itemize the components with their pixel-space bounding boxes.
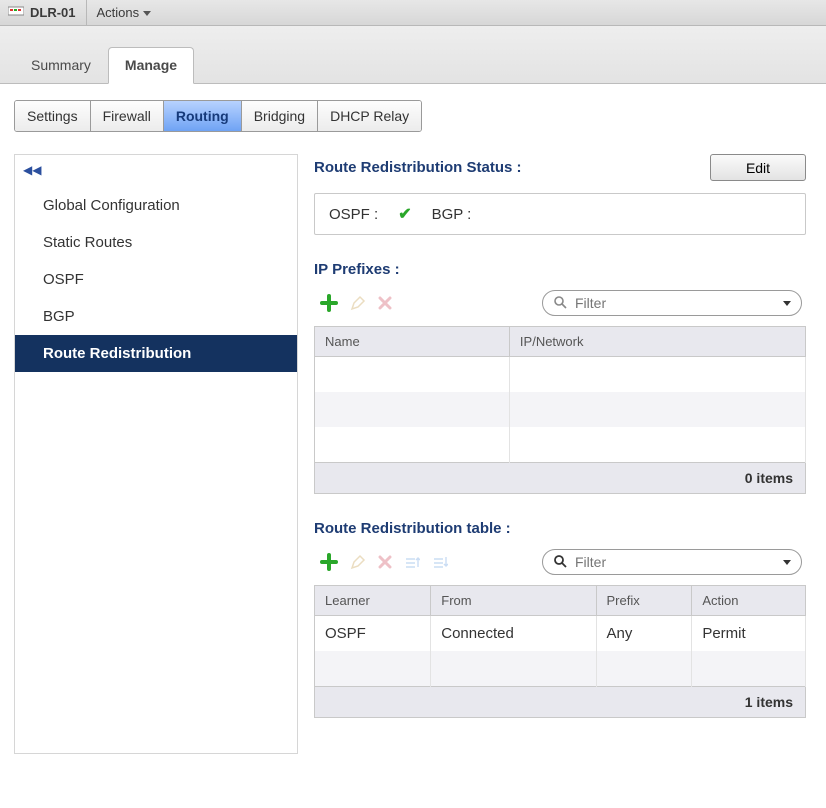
ip-prefixes-title: IP Prefixes : bbox=[314, 261, 806, 278]
subtab-bridging[interactable]: Bridging bbox=[242, 101, 318, 131]
router-icon bbox=[8, 5, 24, 20]
ip-prefixes-footer: 0 items bbox=[314, 463, 806, 494]
redistribution-table: Learner From Prefix Action OSPF Connecte… bbox=[314, 585, 806, 687]
status-title: Route Redistribution Status : bbox=[314, 159, 522, 176]
delete-rule-icon[interactable] bbox=[378, 555, 392, 569]
delete-prefix-icon[interactable] bbox=[378, 296, 392, 310]
edit-button[interactable]: Edit bbox=[710, 154, 806, 181]
chevron-down-icon[interactable] bbox=[783, 301, 791, 306]
move-up-icon[interactable] bbox=[404, 555, 420, 569]
cell-prefix: Any bbox=[596, 616, 692, 652]
col-ip-network[interactable]: IP/Network bbox=[509, 327, 805, 357]
ospf-enabled-check-icon: ✔ bbox=[398, 204, 411, 224]
col-name[interactable]: Name bbox=[315, 327, 510, 357]
protocol-status-box: OSPF : ✔ BGP : bbox=[314, 193, 806, 235]
subtab-firewall[interactable]: Firewall bbox=[91, 101, 164, 131]
redistribution-toolbar bbox=[314, 549, 806, 575]
divider bbox=[86, 0, 87, 26]
redistribution-filter[interactable] bbox=[542, 549, 802, 575]
bgp-label: BGP : bbox=[432, 206, 472, 223]
chevron-down-icon[interactable] bbox=[783, 560, 791, 565]
col-from[interactable]: From bbox=[431, 586, 596, 616]
edit-prefix-icon[interactable] bbox=[350, 295, 366, 311]
ospf-label: OSPF : bbox=[329, 206, 378, 223]
subtab-dhcp-relay[interactable]: DHCP Relay bbox=[318, 101, 421, 131]
main-panel: Route Redistribution Status : Edit OSPF … bbox=[314, 154, 812, 754]
add-prefix-icon[interactable] bbox=[320, 294, 338, 312]
move-down-icon[interactable] bbox=[432, 555, 448, 569]
subtab-routing[interactable]: Routing bbox=[164, 101, 242, 131]
chevron-down-icon bbox=[143, 11, 151, 16]
ip-prefixes-toolbar bbox=[314, 290, 806, 316]
redistribution-footer: 1 items bbox=[314, 687, 806, 718]
tab-manage[interactable]: Manage bbox=[108, 47, 194, 84]
sidebar-item-bgp[interactable]: BGP bbox=[15, 298, 297, 335]
col-learner[interactable]: Learner bbox=[315, 586, 431, 616]
cell-learner: OSPF bbox=[315, 616, 431, 652]
search-icon bbox=[553, 554, 567, 571]
cell-action: Permit bbox=[692, 616, 806, 652]
object-name: DLR-01 bbox=[30, 5, 76, 20]
edit-rule-icon[interactable] bbox=[350, 554, 366, 570]
ip-prefixes-filter[interactable] bbox=[542, 290, 802, 316]
add-rule-icon[interactable] bbox=[320, 553, 338, 571]
table-row[interactable]: OSPF Connected Any Permit bbox=[315, 616, 806, 652]
search-icon bbox=[553, 295, 567, 312]
actions-label: Actions bbox=[97, 5, 140, 20]
ip-prefixes-table: Name IP/Network bbox=[314, 326, 806, 463]
sidebar-item-route-redistribution[interactable]: Route Redistribution bbox=[15, 335, 297, 372]
sidebar-item-static-routes[interactable]: Static Routes bbox=[15, 224, 297, 261]
redistribution-filter-input[interactable] bbox=[573, 553, 779, 571]
sidebar-item-ospf[interactable]: OSPF bbox=[15, 261, 297, 298]
tab-summary[interactable]: Summary bbox=[14, 47, 108, 83]
sub-tabstrip: Settings Firewall Routing Bridging DHCP … bbox=[14, 100, 422, 132]
col-prefix[interactable]: Prefix bbox=[596, 586, 692, 616]
collapse-sidebar-icon[interactable]: ◀◀ bbox=[15, 161, 297, 187]
routing-sidebar: ◀◀ Global Configuration Static Routes OS… bbox=[14, 154, 298, 754]
cell-from: Connected bbox=[431, 616, 596, 652]
actions-menu[interactable]: Actions bbox=[97, 5, 152, 20]
redistribution-table-title: Route Redistribution table : bbox=[314, 520, 806, 537]
subtab-settings[interactable]: Settings bbox=[15, 101, 91, 131]
title-bar: DLR-01 Actions bbox=[0, 0, 826, 26]
ip-prefixes-filter-input[interactable] bbox=[573, 294, 779, 312]
col-action[interactable]: Action bbox=[692, 586, 806, 616]
primary-tabstrip: Summary Manage bbox=[0, 26, 826, 84]
sidebar-item-global-configuration[interactable]: Global Configuration bbox=[15, 187, 297, 224]
